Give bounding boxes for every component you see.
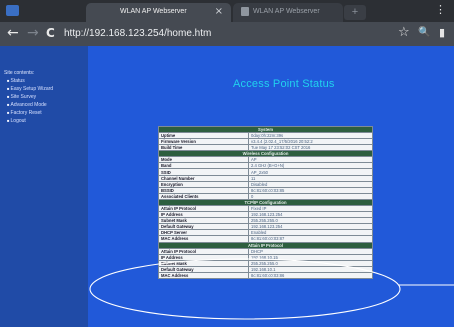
tab-title: WLAN AP Webserver xyxy=(120,8,187,15)
sidebar-menu: Status Easy Setup Wizard Site Survey Adv… xyxy=(7,77,54,125)
favicon-icon xyxy=(241,7,249,16)
status-table: System Uptime 0day:0h:22m:39s Firmware Ve… xyxy=(158,126,373,279)
menu-dots-icon[interactable]: ⋮ xyxy=(435,3,446,16)
row-label: MAC Address xyxy=(158,271,249,279)
sidebar-item-advanced-mode[interactable]: Advanced Mode xyxy=(7,101,53,109)
page-title: Access Point Status xyxy=(233,78,335,90)
main-content: Access Point Status System Uptime 0day:0h… xyxy=(88,46,454,327)
browser-tab-bar: WLAN AP Webserver × WLAN AP Webserver + … xyxy=(0,0,454,22)
table-row: MAC Address 8c:81:60:c0:03:86 xyxy=(158,271,373,279)
sidebar-item-logout[interactable]: Logout xyxy=(7,117,53,125)
sidebar-item-status[interactable]: Status xyxy=(7,77,53,85)
url-text[interactable]: http://192.168.123.254/home.htm xyxy=(64,28,211,39)
row-value: 8c:81:60:c0:03:86 xyxy=(248,271,373,279)
bookmark-star-icon[interactable]: ☆ xyxy=(398,25,410,40)
back-icon[interactable]: ← xyxy=(7,25,19,41)
sidebar-title: Site contents: xyxy=(4,70,35,76)
tab-wlan-ap-webserver[interactable]: WLAN AP Webserver × xyxy=(86,3,231,22)
close-tab-icon[interactable]: × xyxy=(215,6,223,17)
sidebar-item-factory-reset[interactable]: Factory Reset xyxy=(7,109,53,117)
new-tab-button[interactable]: + xyxy=(344,5,366,20)
sidebar-item-easy-setup-wizard[interactable]: Easy Setup Wizard xyxy=(7,85,54,93)
app-grid-icon[interactable] xyxy=(6,5,19,16)
sidebar-item-site-survey[interactable]: Site Survey xyxy=(7,93,53,101)
tab-title-inactive: WLAN AP Webserver xyxy=(253,8,320,15)
sidebar: Site contents: Status Easy Setup Wizard … xyxy=(0,46,88,327)
forward-icon[interactable]: → xyxy=(27,25,39,41)
web-page: Site contents: Status Easy Setup Wizard … xyxy=(0,46,454,327)
address-bar[interactable]: http://192.168.123.254/home.htm xyxy=(60,26,385,42)
reload-icon[interactable]: C xyxy=(46,26,55,40)
overflow-icon[interactable]: ▮ xyxy=(439,26,445,39)
search-icon[interactable]: 🔍 xyxy=(418,27,430,38)
tab-inactive[interactable]: WLAN AP Webserver xyxy=(233,3,343,22)
browser-toolbar: ← → C http://192.168.123.254/home.htm ☆ … xyxy=(0,22,454,46)
